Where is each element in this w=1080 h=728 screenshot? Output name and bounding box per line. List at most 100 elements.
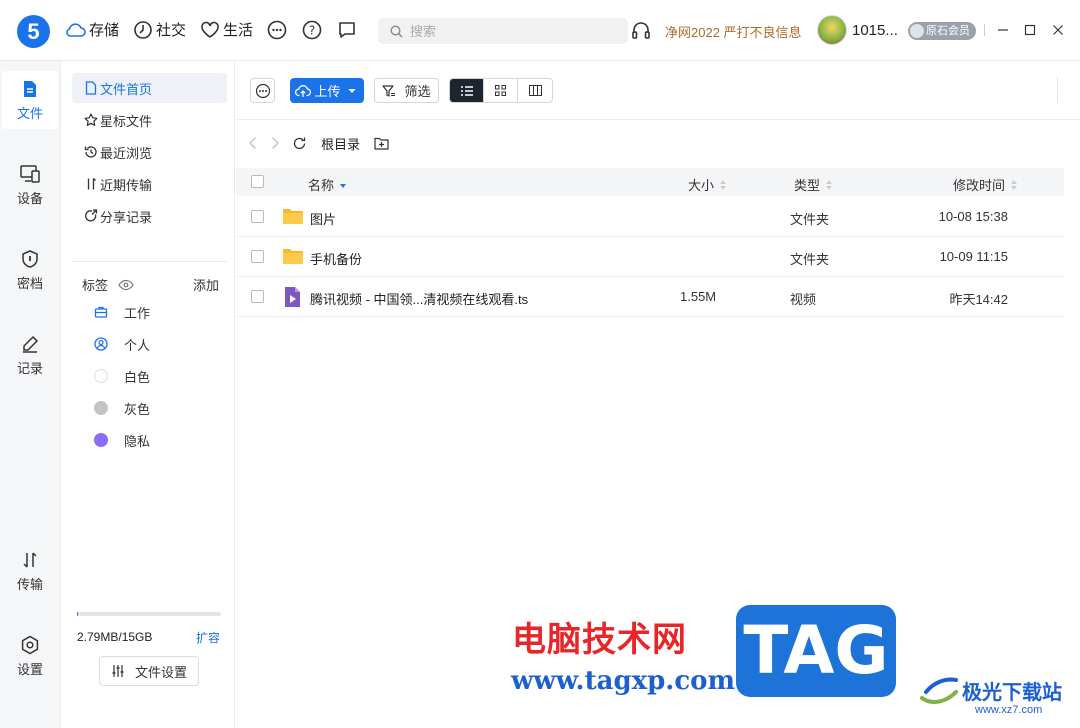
nav-social[interactable]: 社交 (133, 19, 186, 40)
file-modified: 昨天14:42 (949, 292, 1008, 307)
menu-item-recent[interactable]: 最近浏览 (72, 137, 227, 167)
app-logo[interactable]: 5 (17, 15, 50, 48)
menu-item-label: 文件首页 (100, 81, 153, 97)
storage-bar (77, 612, 221, 616)
share-icon (85, 209, 98, 222)
tag-item-private[interactable]: 隐私 (94, 429, 150, 451)
list-view-button[interactable] (450, 79, 484, 102)
cloud-icon (66, 22, 86, 37)
table-row[interactable]: 手机备份 文件夹 10-09 11:15 (236, 237, 1064, 277)
back-button[interactable] (248, 136, 258, 150)
rail-item-label: 密档 (16, 275, 43, 291)
menu-item-starred[interactable]: 星标文件 (72, 105, 227, 135)
rail-item-label: 记录 (16, 360, 43, 376)
tag-label: 个人 (124, 337, 151, 353)
new-folder-button[interactable] (374, 137, 389, 150)
eye-icon[interactable] (118, 279, 134, 291)
row-checkbox[interactable] (251, 250, 264, 263)
nav-storage[interactable]: 存储 (64, 19, 119, 40)
menu-item-transfers[interactable]: 近期传输 (72, 169, 227, 199)
grid-view-button[interactable] (484, 79, 518, 102)
aurora-logo-icon (920, 677, 958, 704)
column-header-name[interactable]: 名称 (308, 175, 347, 194)
tag-item-gray[interactable]: 灰色 (94, 397, 150, 419)
watermark-site-name: 极光下载站 (962, 682, 1062, 704)
settings-icon (21, 635, 39, 654)
rail-item-notes[interactable]: 记录 (2, 326, 58, 384)
columns-view-button[interactable] (518, 79, 552, 102)
file-name: 腾讯视频 - 中国领...清视频在线观看.ts (310, 292, 529, 307)
video-file-icon (285, 287, 300, 307)
side-panel: 文件首页 星标文件 最近浏览 近期传输 分享记录 标签 添加 工作 个人 白色 … (61, 61, 235, 728)
message-icon[interactable] (337, 20, 357, 40)
briefcase-icon (94, 306, 108, 318)
nav-social-label: 社交 (156, 22, 187, 39)
gray-dot-icon (94, 401, 108, 415)
heart-icon (201, 21, 219, 38)
row-checkbox[interactable] (251, 210, 264, 223)
file-size: 1.55M (680, 289, 717, 304)
divider (984, 24, 985, 36)
menu-item-label: 星标文件 (100, 113, 153, 129)
device-icon (20, 164, 40, 183)
new-folder-icon (374, 137, 389, 150)
nav-life[interactable]: 生活 (200, 19, 253, 40)
more-options-button[interactable] (250, 78, 275, 103)
rail-item-label: 文件 (16, 105, 43, 121)
column-header-size[interactable]: 大小 (688, 175, 727, 194)
table-row[interactable]: 腾讯视频 - 中国领...清视频在线观看.ts 1.55M 视频 昨天14:42 (236, 277, 1064, 317)
filter-button[interactable]: 筛选 (374, 78, 439, 103)
transfer-icon (87, 178, 96, 190)
rail-item-devices[interactable]: 设备 (2, 156, 58, 214)
sort-desc-icon (340, 183, 347, 188)
forward-button[interactable] (270, 136, 280, 150)
tag-item-white[interactable]: 白色 (94, 365, 151, 387)
breadcrumb-root[interactable]: 根目录 (321, 134, 360, 153)
menu-item-home[interactable]: 文件首页 (72, 73, 227, 103)
username[interactable]: 1015... (852, 22, 898, 39)
minimize-icon[interactable] (995, 22, 1011, 38)
refresh-button[interactable] (292, 136, 307, 151)
rail-item-vault[interactable]: 密档 (2, 241, 58, 299)
transfer-icon (23, 551, 37, 568)
row-checkbox[interactable] (251, 290, 264, 303)
promo-link[interactable]: 净网2022 严打不良信息 (665, 22, 802, 41)
divider (236, 119, 1080, 120)
select-all-checkbox[interactable] (251, 175, 264, 188)
headset-icon[interactable] (631, 20, 651, 43)
column-name-label: 名称 (308, 178, 335, 193)
column-size-label: 大小 (688, 178, 715, 193)
add-tag-button[interactable]: 添加 (193, 275, 219, 294)
tag-item-personal[interactable]: 个人 (94, 333, 151, 355)
avatar[interactable] (817, 15, 847, 45)
help-icon[interactable]: ? (302, 20, 322, 40)
menu-item-label: 分享记录 (100, 209, 153, 225)
tags-header: 标签 添加 (82, 275, 219, 294)
watermark-site-url: www.xz7.com (975, 704, 1043, 716)
table-row[interactable]: 图片 文件夹 10-08 15:38 (236, 197, 1064, 237)
rail-item-transfer[interactable]: 传输 (2, 542, 58, 600)
file-settings-button[interactable]: 文件设置 (99, 656, 199, 686)
search-box[interactable] (378, 18, 628, 44)
more-circle-icon[interactable] (267, 20, 287, 40)
upload-button[interactable]: 上传 (290, 78, 364, 103)
search-input[interactable] (410, 23, 590, 39)
rail-item-settings[interactable]: 设置 (2, 627, 58, 685)
column-header-modified[interactable]: 修改时间 (953, 175, 1018, 194)
menu-item-shares[interactable]: 分享记录 (72, 201, 227, 231)
member-badge[interactable]: 原石会员 (908, 22, 976, 40)
top-nav: 存储 社交 生活 ? (64, 19, 372, 40)
column-header-type[interactable]: 类型 (794, 175, 833, 194)
tag-item-work[interactable]: 工作 (94, 301, 150, 323)
close-icon[interactable] (1050, 22, 1066, 38)
watermark-url: www.tagxp.com (511, 666, 736, 696)
storage-bar-fill (77, 612, 79, 616)
list-view-icon (460, 85, 473, 96)
menu-item-label: 近期传输 (100, 177, 153, 193)
watermark-logo: TAG (736, 605, 896, 697)
tag-label: 白色 (124, 369, 151, 385)
file-name: 图片 (310, 212, 337, 227)
maximize-icon[interactable] (1022, 22, 1038, 38)
expand-storage-link[interactable]: 扩容 (196, 629, 220, 646)
rail-item-files[interactable]: 文件 (2, 71, 58, 129)
